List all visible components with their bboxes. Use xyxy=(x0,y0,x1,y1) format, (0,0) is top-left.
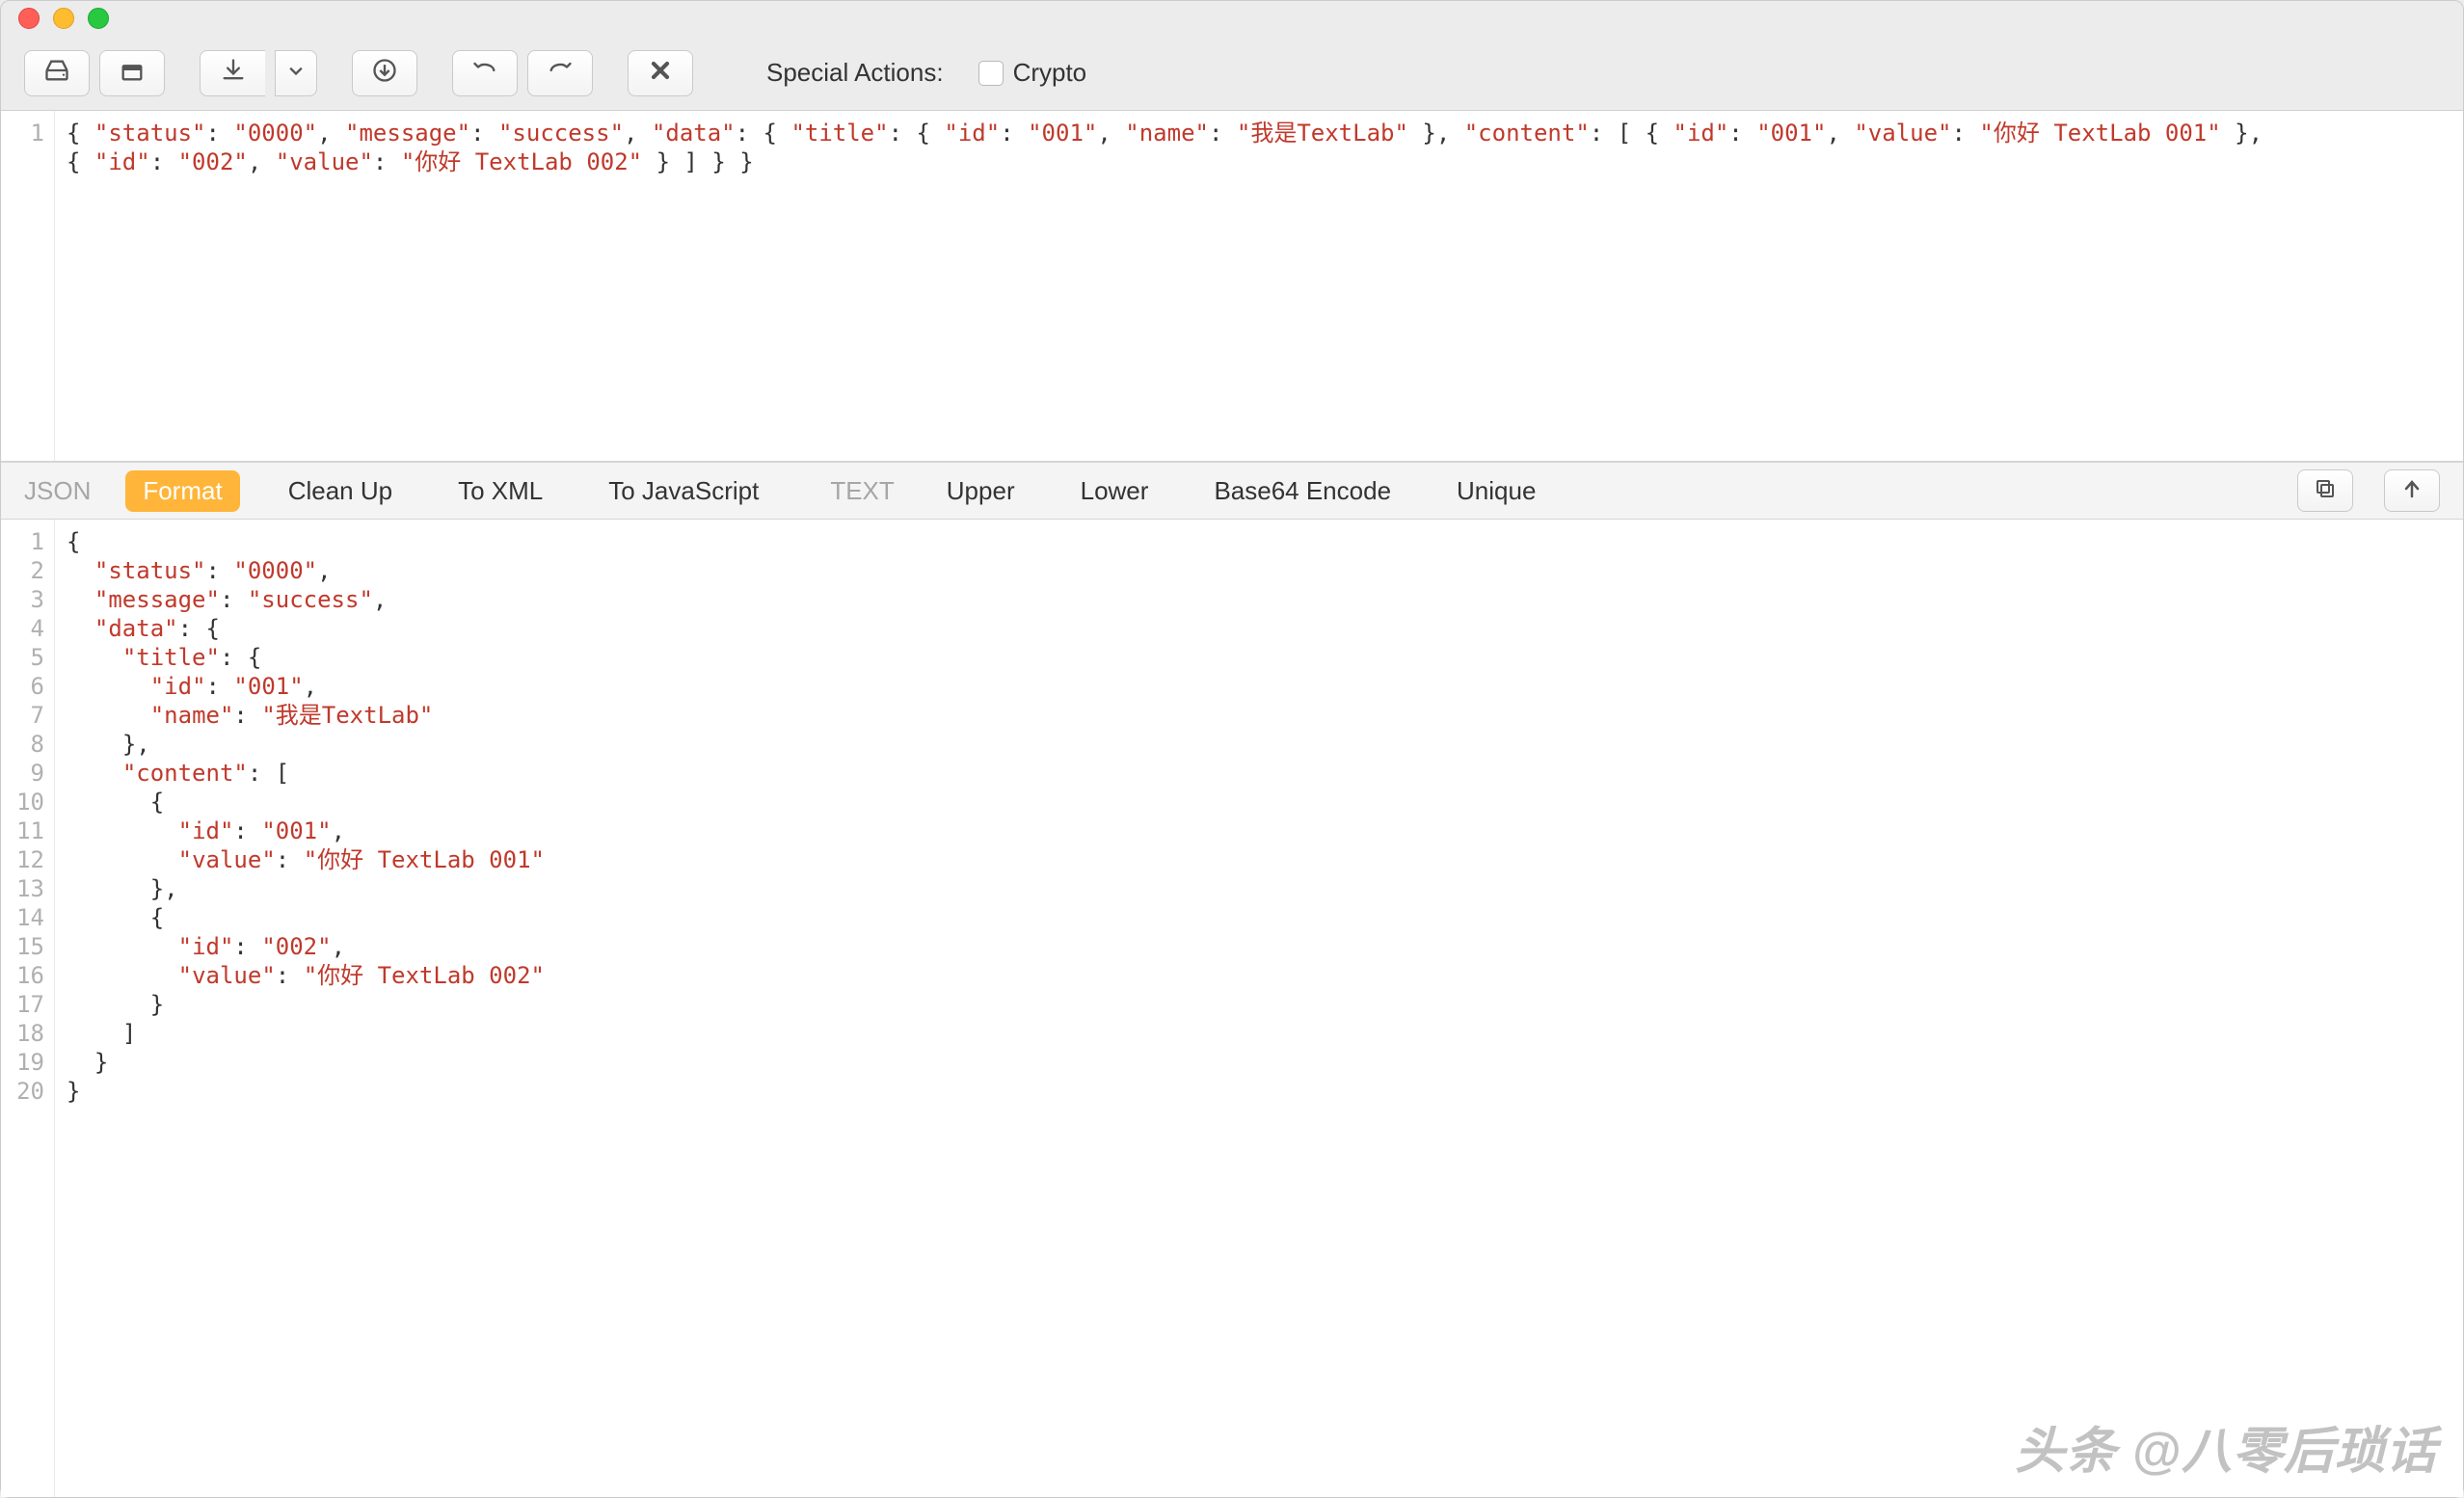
copy-button[interactable] xyxy=(2297,469,2353,512)
download-dropdown-button[interactable] xyxy=(275,50,317,96)
toolbar-group-history xyxy=(452,50,593,96)
json-tab-clean-up[interactable]: Clean Up xyxy=(271,470,410,512)
undo-button[interactable] xyxy=(452,50,518,96)
close-button[interactable] xyxy=(18,8,40,29)
circle-down-button[interactable] xyxy=(352,50,417,96)
line-number: 19 xyxy=(1,1048,54,1077)
text-tab-upper[interactable]: Upper xyxy=(929,470,1032,512)
line-number: 13 xyxy=(1,874,54,903)
line-number: 2 xyxy=(1,556,54,585)
maximize-button[interactable] xyxy=(88,8,109,29)
download-button[interactable] xyxy=(200,50,265,96)
line-number: 9 xyxy=(1,759,54,788)
arrow-up-icon xyxy=(2400,477,2424,505)
line-number: 11 xyxy=(1,816,54,845)
output-editor[interactable]: 1234567891011121314151617181920 { "statu… xyxy=(1,520,2463,1497)
input-gutter: 1 xyxy=(1,111,55,461)
text-tab-unique[interactable]: Unique xyxy=(1439,470,1553,512)
crypto-label: Crypto xyxy=(1013,58,1087,88)
line-number: 18 xyxy=(1,1019,54,1048)
line-number: 12 xyxy=(1,845,54,874)
text-tab-base64-encode[interactable]: Base64 Encode xyxy=(1196,470,1408,512)
clear-button[interactable] xyxy=(628,50,693,96)
line-number: 1 xyxy=(1,119,54,147)
crypto-checkbox[interactable] xyxy=(978,61,1004,86)
toolbar-group-download xyxy=(200,50,317,96)
toolbar-group-circle xyxy=(352,50,417,96)
line-number: 5 xyxy=(1,643,54,672)
redo-button[interactable] xyxy=(527,50,593,96)
line-number: 1 xyxy=(1,527,54,556)
json-tab-to-xml[interactable]: To XML xyxy=(441,470,560,512)
disk-button[interactable] xyxy=(24,50,90,96)
undo-icon xyxy=(471,57,498,89)
eject-button[interactable] xyxy=(99,50,165,96)
toolbar-group-file xyxy=(24,50,165,96)
line-number: 20 xyxy=(1,1077,54,1106)
special-actions-label: Special Actions: xyxy=(766,58,944,88)
hdd-icon xyxy=(43,57,70,89)
chevron-down-icon xyxy=(282,57,309,89)
input-editor[interactable]: 1 { "status": "0000", "message": "succes… xyxy=(1,111,2463,462)
copy-icon xyxy=(2314,477,2337,505)
text-group-label: TEXT xyxy=(830,476,894,506)
line-number: 14 xyxy=(1,903,54,932)
line-number: 3 xyxy=(1,585,54,614)
toolbar-group-clear xyxy=(628,50,693,96)
action-bar: JSON Format Clean Up To XML To JavaScript T… xyxy=(1,462,2463,520)
json-group-label: JSON xyxy=(24,476,91,506)
toolbar: Special Actions: Crypto xyxy=(1,36,2463,111)
line-number: 10 xyxy=(1,788,54,816)
json-tab-to-javascript[interactable]: To JavaScript xyxy=(591,470,776,512)
output-gutter: 1234567891011121314151617181920 xyxy=(1,520,55,1497)
titlebar xyxy=(1,1,2463,36)
text-tab-lower[interactable]: Lower xyxy=(1063,470,1166,512)
app-window: Special Actions: Crypto 1 { "status": "0… xyxy=(0,0,2464,1498)
line-number: 6 xyxy=(1,672,54,701)
redo-icon xyxy=(547,57,574,89)
line-number: 4 xyxy=(1,614,54,643)
download-icon xyxy=(220,57,247,89)
circle-down-icon xyxy=(371,57,398,89)
crypto-checkbox-wrap[interactable]: Crypto xyxy=(978,58,1087,88)
output-code[interactable]: { "status": "0000", "message": "success"… xyxy=(55,520,2463,1497)
json-tab-format[interactable]: Format xyxy=(125,470,239,512)
minimize-button[interactable] xyxy=(53,8,74,29)
x-icon xyxy=(647,57,674,89)
input-code[interactable]: { "status": "0000", "message": "success"… xyxy=(55,111,2463,461)
eject-icon xyxy=(119,57,146,89)
line-number: 8 xyxy=(1,730,54,759)
watermark: 头条 @八零后琐话 xyxy=(2015,1410,2437,1483)
send-up-button[interactable] xyxy=(2384,469,2440,512)
line-number: 16 xyxy=(1,961,54,990)
line-number: 17 xyxy=(1,990,54,1019)
line-number: 7 xyxy=(1,701,54,730)
line-number: 15 xyxy=(1,932,54,961)
